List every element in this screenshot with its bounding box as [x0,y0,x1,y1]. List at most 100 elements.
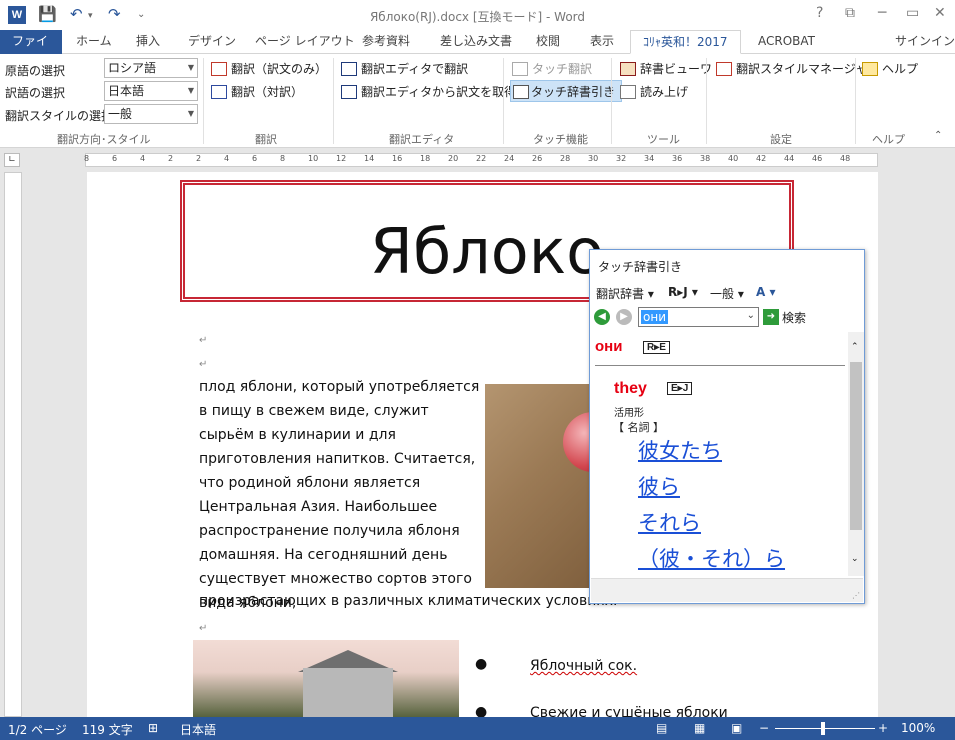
ribbon-display-icon[interactable]: ⧉ [845,5,855,21]
direction-select[interactable]: R▸J ▾ [668,285,698,299]
ruler-number: 38 [700,154,711,163]
search-arrow-icon: ➜ [763,309,779,325]
tab-mailings[interactable]: 差し込み文書 [428,30,524,54]
dictionary-select[interactable]: 翻訳辞書 ▾ [596,285,654,302]
back-icon[interactable]: ◀ [594,309,610,325]
search-button[interactable]: ➜ 検索 [763,309,806,326]
ruler-number: 40 [728,154,739,163]
zoom-slider-knob[interactable] [821,722,825,735]
ruler-number: 4 [140,154,146,163]
ruler-number: 22 [476,154,487,163]
web-layout-icon[interactable]: ▣ [731,721,742,735]
translation-style-manager-button[interactable]: 翻訳スタイルマネージャ [716,58,867,80]
tab-file[interactable]: ファイル [0,30,62,70]
language-indicator[interactable]: 日本語 [180,721,216,738]
dictionary-viewer-button[interactable]: 辞書ビューワ [620,58,712,80]
translation-link[interactable]: 彼ら [638,471,680,501]
tab-view[interactable]: 表示 [578,30,626,54]
zoom-in-icon[interactable]: + [878,721,888,735]
translation-style-value: 一般 [108,107,133,121]
group-divider [706,58,707,144]
scroll-up-icon[interactable]: ⌃ [851,342,859,352]
translation-style-select[interactable]: 一般 ▼ [104,104,198,124]
ruler-number: 24 [504,154,515,163]
collapse-ribbon-icon[interactable]: ⌃ [934,130,942,141]
group-divider [203,58,204,144]
target-language-label: 訳語の選択 [5,86,66,100]
bullet-icon: ● [475,704,488,717]
chevron-down-icon[interactable]: ⌄ [747,310,755,321]
paragraph-mark: ↵ [199,623,208,634]
search-input[interactable]: они ⌄ [638,307,759,327]
group-label-direction: 翻訳方向･スタイル [57,133,151,146]
tab-home[interactable]: ホーム [64,30,124,54]
dictionary-content[interactable]: они R▸E they E▸J 活用形 【 名詞 】 彼女たち 彼ら それら … [591,332,849,576]
tab-review[interactable]: 校閲 [524,30,572,54]
minimize-icon[interactable]: ─ [878,5,886,21]
inflection-label[interactable]: 活用形 [614,404,644,419]
page-count[interactable]: 1/2 ページ [8,721,67,738]
zoom-out-icon[interactable]: − [759,721,769,735]
panel-title: タッチ辞書引き [598,260,683,274]
signin-link[interactable]: サインイン [895,30,955,54]
help-icon[interactable]: ? [816,5,823,21]
target-language-select[interactable]: 日本語 ▼ [104,81,198,101]
zoom-level[interactable]: 100% [901,721,935,735]
bullet-item: Яблочный сок. [530,658,638,674]
zoom-slider[interactable] [775,728,875,729]
chevron-down-icon: ▼ [187,86,194,95]
tab-insert[interactable]: 挿入 [124,30,172,54]
title-bar: W 💾 ↶ ▾ ↷ ⌄ Яблоко(RJ).docx [互換モード] - Wo… [0,0,955,30]
forward-icon[interactable]: ▶ [616,309,632,325]
maximize-icon[interactable]: ▭ [906,5,919,21]
window-title: Яблоко(RJ).docx [互換モード] - Word [369,10,586,24]
ruler-number: 44 [784,154,795,163]
translation-link[interactable]: それら [638,507,701,537]
touch-translate-button[interactable]: タッチ翻訳 [512,58,592,80]
ruler-number: 46 [812,154,823,163]
apple-photo [485,384,623,588]
ruler-number: 30 [588,154,599,163]
source-language-select[interactable]: ロシア語 ▼ [104,58,198,78]
read-aloud-button[interactable]: 読み上げ [620,81,688,103]
tab-references[interactable]: 参考資料 [350,30,422,54]
style-select[interactable]: 一般 ▾ [710,285,744,302]
scrollbar-thumb[interactable] [850,362,862,530]
ruler-number: 2 [168,154,174,163]
resize-grip-icon[interactable]: ⋰ [852,591,860,600]
ruler-number: 6 [252,154,258,163]
close-icon[interactable]: ✕ [934,5,946,21]
vertical-scrollbar[interactable]: ⌃ ⌄ [848,332,864,576]
ruler-number: 8 [84,154,90,163]
parallel-translate-icon [211,85,227,99]
word-count[interactable]: 119 文字 [82,721,133,738]
help-button[interactable]: ヘルプ [862,58,918,80]
ruler-number: 18 [420,154,431,163]
get-from-editor-button[interactable]: 翻訳エディタから訳文を取得 [341,81,516,103]
proofing-icon[interactable]: ⊞ [148,721,158,735]
tab-acrobat[interactable]: ACROBAT [746,30,827,54]
group-divider [333,58,334,144]
read-mode-icon[interactable]: ▤ [656,721,667,735]
house-photo [193,640,459,717]
tab-korya-eiwa[interactable]: ｺﾘｬ英和！2017 [630,30,741,54]
group-label-tools: ツール [647,133,680,146]
translate-parallel-button[interactable]: 翻訳（対訳） [211,81,303,103]
tab-selector-icon[interactable]: ∟ [4,153,20,167]
english-word[interactable]: they [614,380,647,398]
font-size-icon[interactable]: A ▾ [756,285,776,299]
group-label-editor: 翻訳エディタ [389,133,455,146]
group-divider [855,58,856,144]
translation-link[interactable]: 彼女たち [638,435,722,465]
bullet-icon: ● [475,656,488,672]
divider [595,365,845,366]
print-layout-icon[interactable]: ▦ [694,721,705,735]
touch-dictionary-button[interactable]: タッチ辞書引き [510,80,623,102]
tab-page-layout[interactable]: ページ レイアウト [243,30,367,54]
translate-only-button[interactable]: 翻訳（訳文のみ） [211,58,327,80]
translation-link[interactable]: （彼・それ）ら [638,543,785,573]
scroll-down-icon[interactable]: ⌄ [851,554,859,564]
translate-in-editor-button[interactable]: 翻訳エディタで翻訳 [341,58,468,80]
tab-design[interactable]: デザイン [176,30,248,54]
body-paragraph: плод яблони, который употребляется в пищ… [199,379,480,611]
